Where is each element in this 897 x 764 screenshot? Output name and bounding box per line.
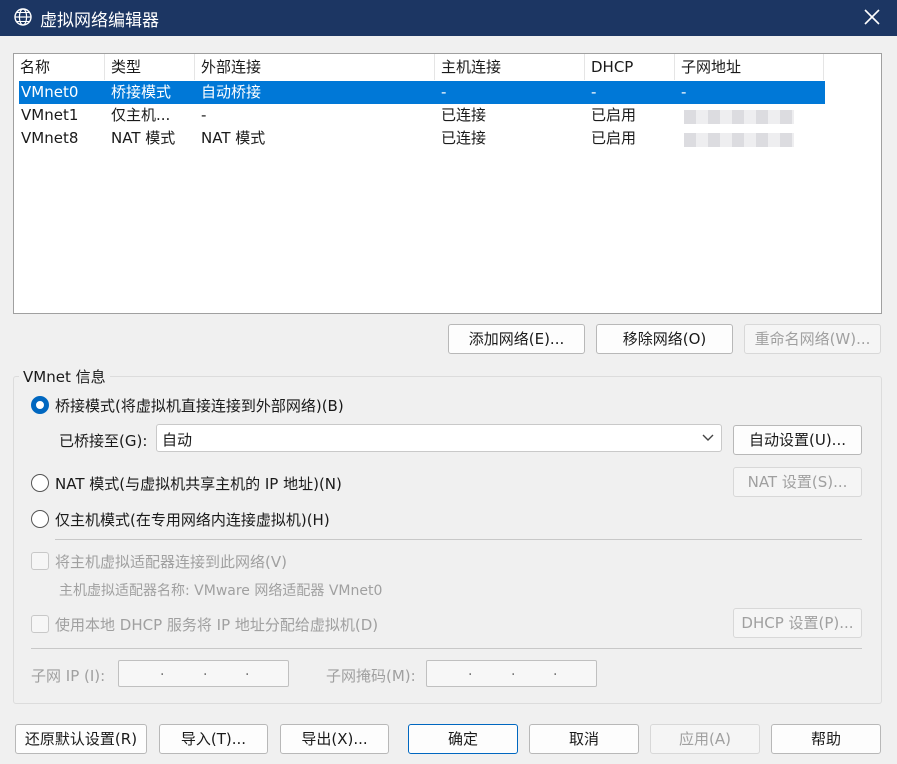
- column-header-subnet[interactable]: 子网地址: [675, 54, 824, 80]
- host-only-mode-radio[interactable]: [31, 510, 49, 528]
- bridged-mode-radio[interactable]: [31, 396, 49, 414]
- column-header-name[interactable]: 名称: [14, 54, 105, 80]
- vmnet-info-title: VMnet 信息: [19, 366, 110, 387]
- column-header-external[interactable]: 外部连接: [195, 54, 435, 80]
- bridged-to-select[interactable]: 自动: [156, 424, 722, 452]
- add-network-button[interactable]: 添加网络(E)...: [448, 324, 585, 354]
- nat-mode-label[interactable]: NAT 模式(与虚拟机共享主机的 IP 地址)(N): [55, 473, 342, 494]
- auto-settings-button[interactable]: 自动设置(U)...: [733, 425, 862, 455]
- subnet-mask-field[interactable]: . . .: [426, 660, 597, 687]
- use-dhcp-label[interactable]: 使用本地 DHCP 服务将 IP 地址分配给虚拟机(D): [55, 614, 378, 635]
- cell-dhcp: -: [591, 83, 597, 101]
- window-title: 虚拟网络编辑器: [40, 11, 159, 31]
- cell-dhcp: 已启用: [591, 129, 637, 147]
- cancel-button[interactable]: 取消: [529, 724, 639, 754]
- cell-subnet: -: [681, 83, 687, 101]
- subnet-ip-label: 子网 IP (I):: [31, 667, 106, 685]
- restore-defaults-button[interactable]: 还原默认设置(R): [15, 724, 147, 754]
- connect-adapter-label[interactable]: 将主机虚拟适配器连接到此网络(V): [55, 551, 287, 572]
- chevron-down-icon: [702, 434, 714, 441]
- cell-host: 已连接: [441, 106, 487, 124]
- host-only-mode-label[interactable]: 仅主机模式(在专用网络内连接虚拟机)(H): [55, 509, 330, 530]
- export-button[interactable]: 导出(X)...: [280, 724, 389, 754]
- adapter-name-label: 主机虚拟适配器名称: VMware 网络适配器 VMnet0: [59, 583, 383, 599]
- cell-dhcp: 已启用: [591, 106, 637, 124]
- cell-external: NAT 模式: [201, 129, 266, 147]
- divider: [55, 539, 862, 540]
- cell-type: 桥接模式: [111, 83, 172, 101]
- dhcp-settings-button[interactable]: DHCP 设置(P)...: [733, 608, 862, 638]
- bridged-to-label: 已桥接至(G):: [59, 432, 148, 450]
- list-header: 名称 类型 外部连接 主机连接 DHCP 子网地址: [14, 54, 824, 80]
- table-row[interactable]: VMnet0 桥接模式 自动桥接 - - -: [19, 81, 825, 104]
- use-dhcp-checkbox[interactable]: [31, 615, 49, 633]
- cell-type: NAT 模式: [111, 129, 176, 147]
- import-button[interactable]: 导入(T)...: [159, 724, 268, 754]
- title-bar: 虚拟网络编辑器: [0, 0, 897, 36]
- network-list[interactable]: 名称 类型 外部连接 主机连接 DHCP 子网地址 VMnet0 桥接模式 自动…: [13, 53, 882, 314]
- rename-network-button[interactable]: 重命名网络(W)...: [744, 324, 881, 354]
- bridged-to-value: 自动: [162, 431, 193, 449]
- cell-name: VMnet1: [21, 106, 79, 124]
- cell-host: 已连接: [441, 129, 487, 147]
- remove-network-button[interactable]: 移除网络(O): [596, 324, 733, 354]
- connect-adapter-checkbox[interactable]: [31, 552, 49, 570]
- close-icon[interactable]: [858, 4, 886, 30]
- bridged-mode-label[interactable]: 桥接模式(将虚拟机直接连接到外部网络)(B): [55, 395, 344, 416]
- dialog-body: 名称 类型 外部连接 主机连接 DHCP 子网地址 VMnet0 桥接模式 自动…: [0, 36, 897, 764]
- help-button[interactable]: 帮助: [771, 724, 881, 754]
- table-row[interactable]: VMnet8 NAT 模式 NAT 模式 已连接 已启用: [19, 127, 825, 150]
- divider: [31, 648, 862, 649]
- cell-type: 仅主机...: [111, 106, 171, 124]
- apply-button[interactable]: 应用(A): [650, 724, 760, 754]
- redacted-subnet: [684, 110, 794, 124]
- subnet-mask-label: 子网掩码(M):: [326, 667, 416, 685]
- table-row[interactable]: VMnet1 仅主机... - 已连接 已启用: [19, 104, 825, 127]
- subnet-ip-field[interactable]: . . .: [118, 660, 289, 687]
- cell-host: -: [441, 83, 447, 101]
- ok-button[interactable]: 确定: [408, 724, 518, 754]
- column-header-dhcp[interactable]: DHCP: [585, 54, 675, 80]
- cell-external: 自动桥接: [201, 83, 262, 101]
- nat-mode-radio[interactable]: [31, 474, 49, 492]
- globe-network-icon: [14, 8, 32, 26]
- redacted-subnet: [684, 133, 794, 147]
- column-header-type[interactable]: 类型: [105, 54, 195, 80]
- cell-name: VMnet8: [21, 129, 79, 147]
- column-header-host[interactable]: 主机连接: [435, 54, 585, 80]
- nat-settings-button[interactable]: NAT 设置(S)...: [733, 467, 862, 497]
- cell-name: VMnet0: [21, 83, 79, 101]
- cell-external: -: [201, 106, 207, 124]
